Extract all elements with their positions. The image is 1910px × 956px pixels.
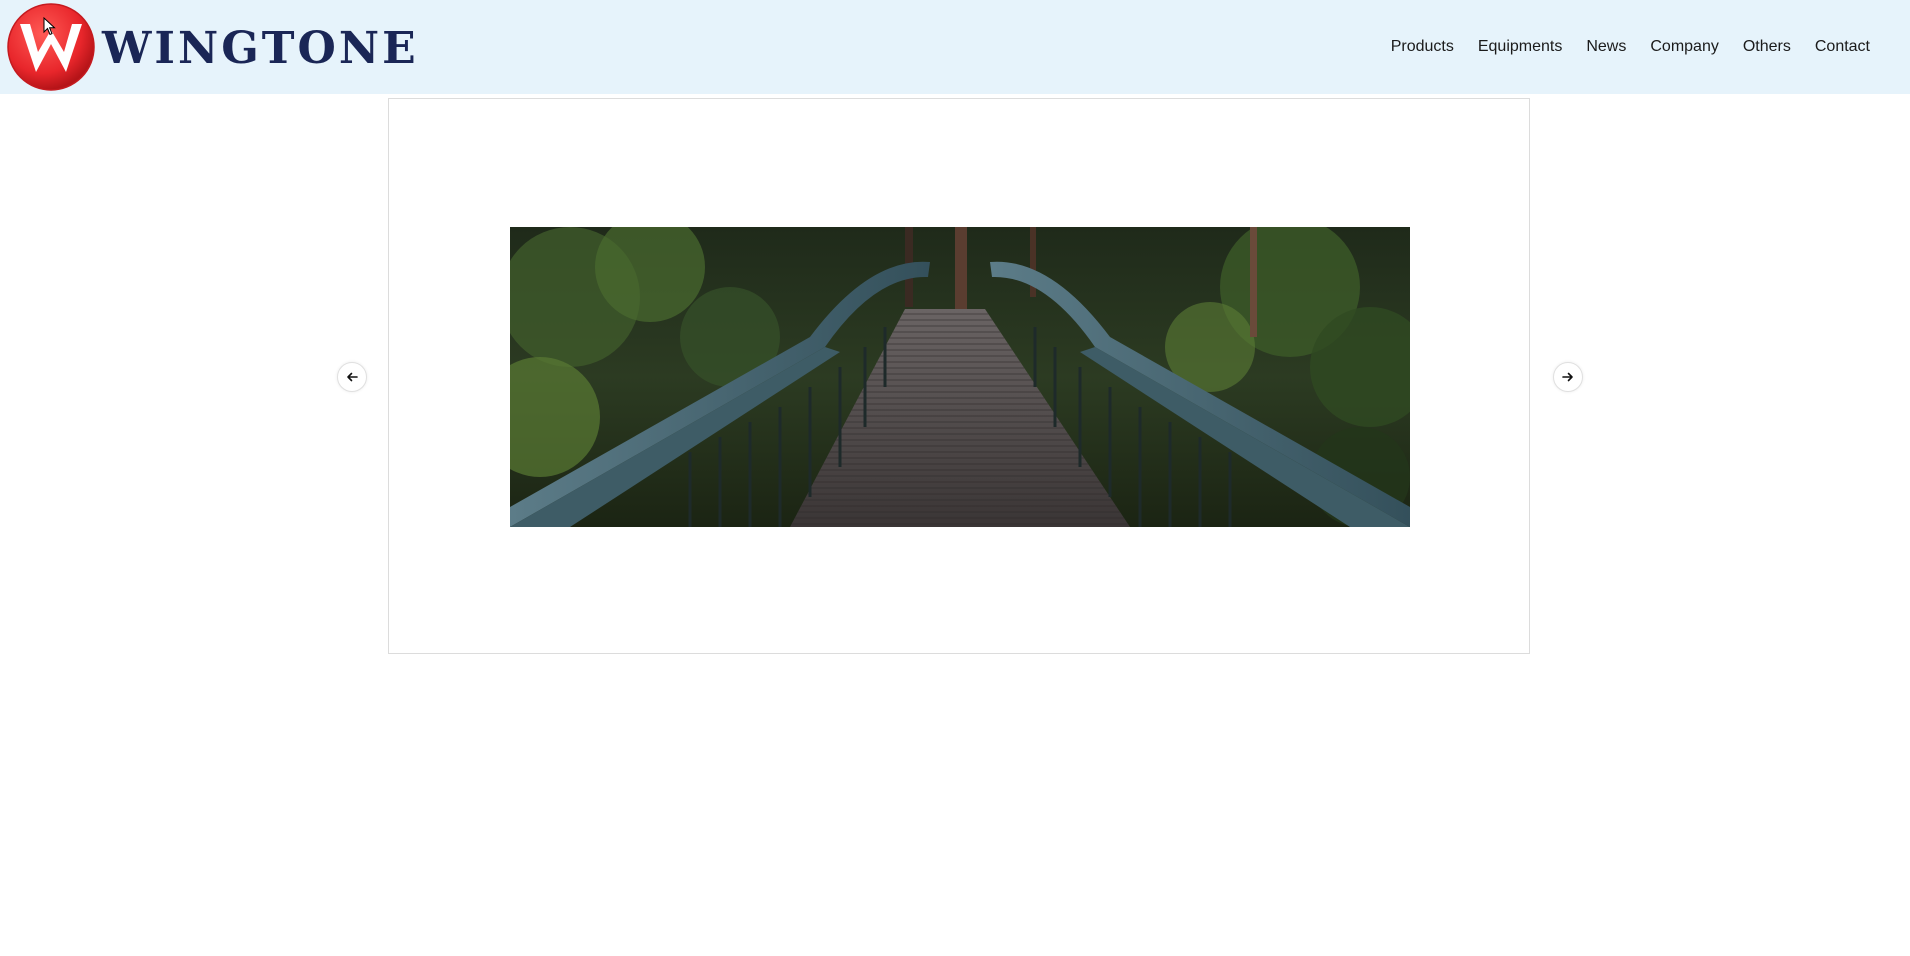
nav-item-products[interactable]: Products [1379, 38, 1466, 56]
brand-logo-link[interactable]: WINGTONE [6, 2, 419, 92]
nav-item-others[interactable]: Others [1731, 38, 1803, 56]
nav-item-equipments[interactable]: Equipments [1466, 38, 1575, 56]
nav-item-news[interactable]: News [1574, 38, 1638, 56]
slide-image-forest-bridge [510, 227, 1410, 527]
arrow-left-icon [347, 372, 358, 382]
nav-item-company[interactable]: Company [1638, 38, 1730, 56]
wingtone-logo-icon [7, 3, 95, 91]
brand-name: WINGTONE [102, 23, 419, 74]
slider-next-button[interactable] [1553, 362, 1583, 392]
nav-item-contact[interactable]: Contact [1803, 38, 1882, 56]
main-nav: Products Equipments News Company Others … [1379, 0, 1882, 94]
mouse-cursor-icon [43, 17, 56, 36]
site-header: WINGTONE Products Equipments News Compan… [0, 0, 1910, 94]
slider-prev-button[interactable] [337, 362, 367, 392]
arrow-right-icon [1562, 372, 1573, 382]
